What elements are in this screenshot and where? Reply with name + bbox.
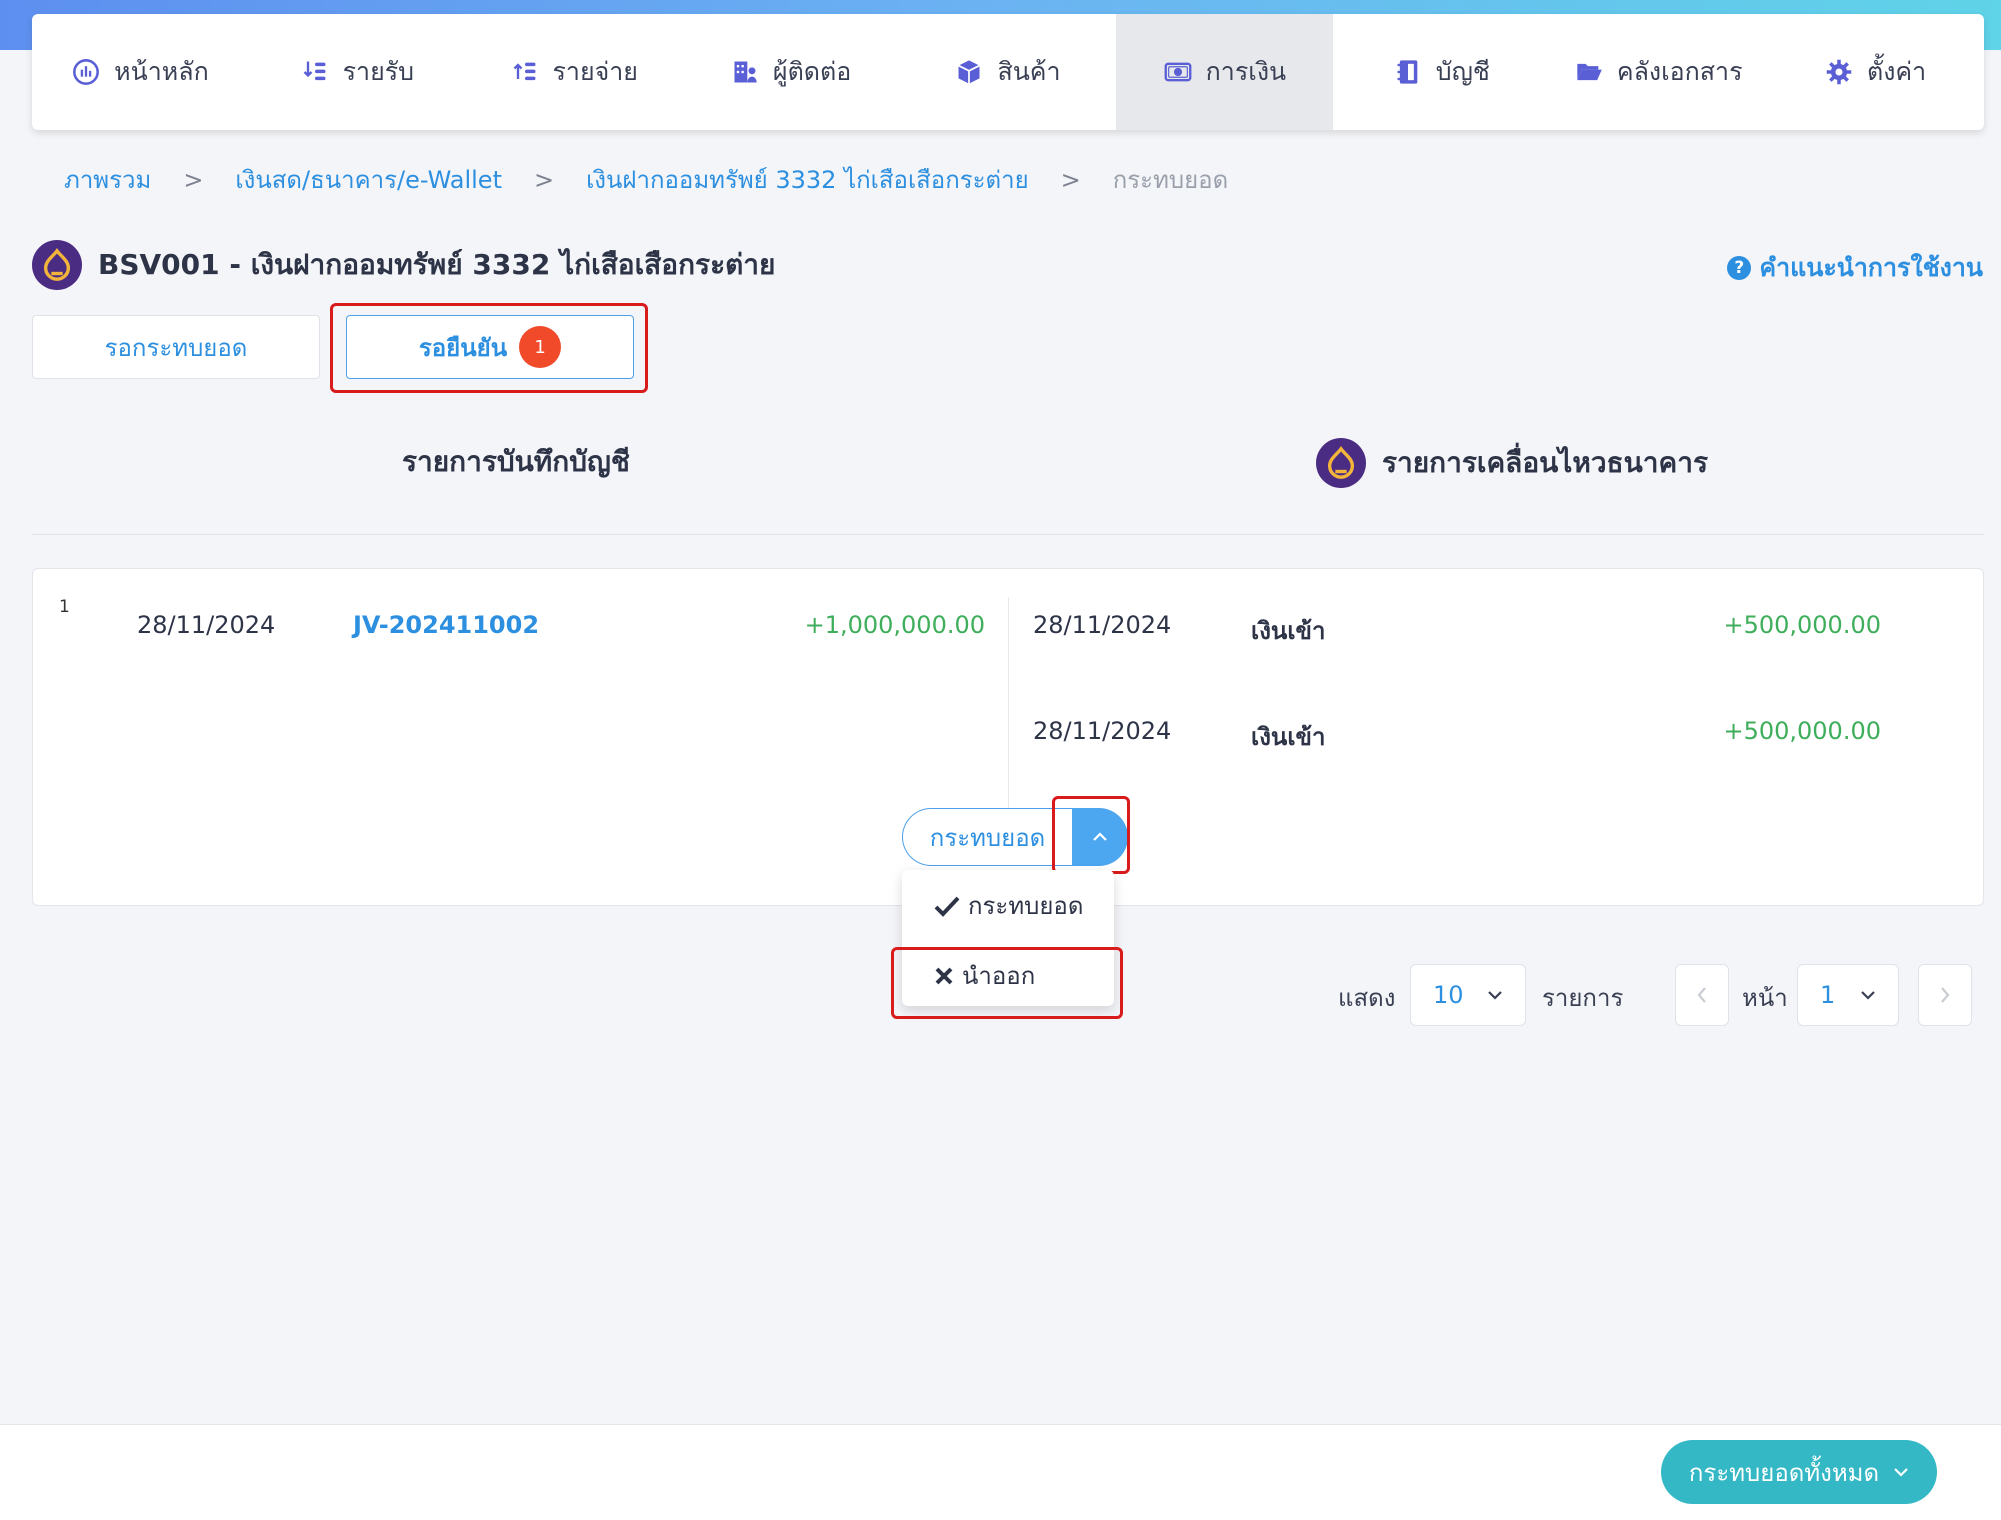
question-icon: ? [1727, 256, 1752, 280]
gear-icon [1826, 59, 1852, 85]
page-size-select[interactable]: 10 [1410, 964, 1526, 1026]
box-icon [958, 60, 981, 84]
nav-item-accounting[interactable]: บัญชี [1333, 14, 1550, 130]
items-label: รายการ [1542, 984, 1624, 1012]
x-icon [935, 967, 953, 984]
reconcile-dropdown-toggle[interactable] [1072, 808, 1128, 866]
reconcile-button-label: กระทบยอด [929, 823, 1046, 852]
tab-pending-confirm[interactable]: รอยืนยัน 1 [346, 315, 634, 379]
bank-logo-icon [1327, 446, 1355, 479]
show-label: แสดง [1338, 984, 1396, 1012]
folder-icon [1577, 63, 1602, 81]
contacts-icon [734, 61, 757, 83]
main-navbar: หน้าหลัก รายรับ รายจ่าย ผู้ติดต่อ สินค้า… [32, 14, 1984, 130]
bank-column-title: รายการเคลื่อนไหวธนาคาร [1316, 438, 1708, 488]
nav-item-documents[interactable]: คลังเอกสาร [1550, 14, 1767, 130]
tab-pending-reconcile[interactable]: รอกระทบยอด [32, 315, 320, 379]
bank-logo [32, 240, 82, 290]
nav-item-label: รายรับ [342, 57, 415, 86]
tab-label: รอกระทบยอด [104, 333, 248, 362]
bank-desc: เงินเข้า [1251, 617, 1326, 645]
nav-item-expense[interactable]: รายจ่าย [466, 14, 683, 130]
page-size-value: 10 [1433, 981, 1464, 1009]
ledger-column-title-text: รายการบันทึกบัญชี [402, 445, 630, 478]
tab-label: รอยืนยัน [418, 333, 508, 362]
nav-item-label: ผู้ติดต่อ [772, 57, 852, 86]
page-select[interactable]: 1 [1797, 964, 1899, 1026]
nav-item-label: คลังเอกสาร [1616, 57, 1743, 86]
breadcrumb-cash-bank[interactable]: เงินสด/ธนาคาร/e-Wallet [235, 160, 502, 199]
chevron-up-icon [1093, 832, 1107, 841]
breadcrumb-account[interactable]: เงินฝากออมทรัพย์ 3332 ไก่เสือเสือกระต่าย [586, 160, 1029, 199]
income-icon [303, 61, 326, 81]
breadcrumb-current: กระทบยอด [1112, 166, 1229, 194]
breadcrumb-separator: > [533, 165, 555, 194]
nav-item-label: รายจ่าย [552, 57, 638, 86]
page-title: BSV001 - เงินฝากออมทรัพย์ 3332 ไก่เสือเส… [98, 248, 776, 281]
account-header: BSV001 - เงินฝากออมทรัพย์ 3332 ไก่เสือเส… [32, 240, 775, 290]
menu-item-remove[interactable]: นำออก [934, 956, 1035, 995]
nav-item-finance[interactable]: การเงิน [1116, 14, 1334, 130]
nav-item-label: หน้าหลัก [114, 57, 209, 86]
ledger-icon [1397, 60, 1418, 84]
column-divider [1008, 597, 1009, 819]
bank-date: 28/11/2024 [1033, 717, 1172, 745]
nav-item-home[interactable]: หน้าหลัก [32, 14, 249, 130]
nav-item-contacts[interactable]: ผู้ติดต่อ [683, 14, 900, 130]
ledger-amount: +1,000,000.00 [804, 611, 985, 639]
ledger-doc-link[interactable]: JV-202411002 [353, 611, 539, 639]
reconcile-button[interactable]: กระทบยอด [902, 808, 1072, 866]
next-page-button[interactable] [1918, 964, 1972, 1026]
bank-date: 28/11/2024 [1033, 611, 1172, 639]
nav-item-label: บัญชี [1435, 57, 1490, 86]
nav-item-income[interactable]: รายรับ [249, 14, 466, 130]
chevron-right-icon [1941, 987, 1950, 1003]
menu-item-reconcile[interactable]: กระทบยอด [934, 886, 1083, 925]
ledger-date: 28/11/2024 [137, 611, 276, 639]
section-divider [32, 534, 1984, 535]
entry-index: 1 [59, 597, 70, 617]
menu-item-label: นำออก [962, 962, 1036, 990]
menu-item-label: กระทบยอด [968, 892, 1084, 920]
reconcile-dropdown-menu: กระทบยอด นำออก [902, 870, 1114, 1006]
reconcile-split-button: กระทบยอด [902, 808, 1128, 866]
bank-logo [1316, 438, 1366, 488]
check-icon [934, 896, 960, 917]
bank-amount: +500,000.00 [1723, 611, 1881, 639]
breadcrumb-overview[interactable]: ภาพรวม [64, 160, 151, 199]
chevron-down-icon [1488, 991, 1502, 1000]
reconcile-all-label: กระทบยอดทั้งหมด [1688, 1458, 1880, 1487]
nav-item-label: ตั้งค่า [1866, 57, 1927, 86]
bank-column-title-text: รายการเคลื่อนไหวธนาคาร [1382, 446, 1709, 479]
dashboard-icon [73, 59, 100, 85]
chevron-left-icon [1697, 987, 1706, 1003]
page-label: หน้า [1742, 984, 1788, 1012]
nav-item-products[interactable]: สินค้า [900, 14, 1117, 130]
breadcrumb-separator: > [1060, 165, 1081, 194]
bank-desc: เงินเข้า [1251, 723, 1326, 751]
reconcile-all-button[interactable]: กระทบยอดทั้งหมด [1661, 1440, 1937, 1504]
chevron-down-icon [1861, 991, 1875, 1000]
breadcrumb-separator: > [183, 165, 204, 194]
nav-item-label: สินค้า [997, 57, 1061, 86]
count-badge: 1 [519, 326, 562, 368]
nav-item-settings[interactable]: ตั้งค่า [1767, 14, 1984, 130]
prev-page-button[interactable] [1675, 964, 1729, 1026]
breadcrumb: ภาพรวม > เงินสด/ธนาคาร/e-Wallet > เงินฝา… [64, 160, 1228, 199]
ledger-column-title: รายการบันทึกบัญชี [402, 440, 630, 484]
expense-icon [513, 62, 535, 81]
nav-item-label: การเงิน [1205, 57, 1287, 86]
bank-amount: +500,000.00 [1723, 717, 1881, 745]
bank-logo-icon [43, 248, 71, 281]
money-icon [1164, 62, 1192, 82]
chevron-down-icon [1894, 1468, 1908, 1477]
page-value: 1 [1820, 981, 1836, 1009]
help-link-label: คำแนะนำการใช้งาน [1759, 253, 1983, 282]
help-link[interactable]: ? คำแนะนำการใช้งาน [1727, 248, 1983, 288]
